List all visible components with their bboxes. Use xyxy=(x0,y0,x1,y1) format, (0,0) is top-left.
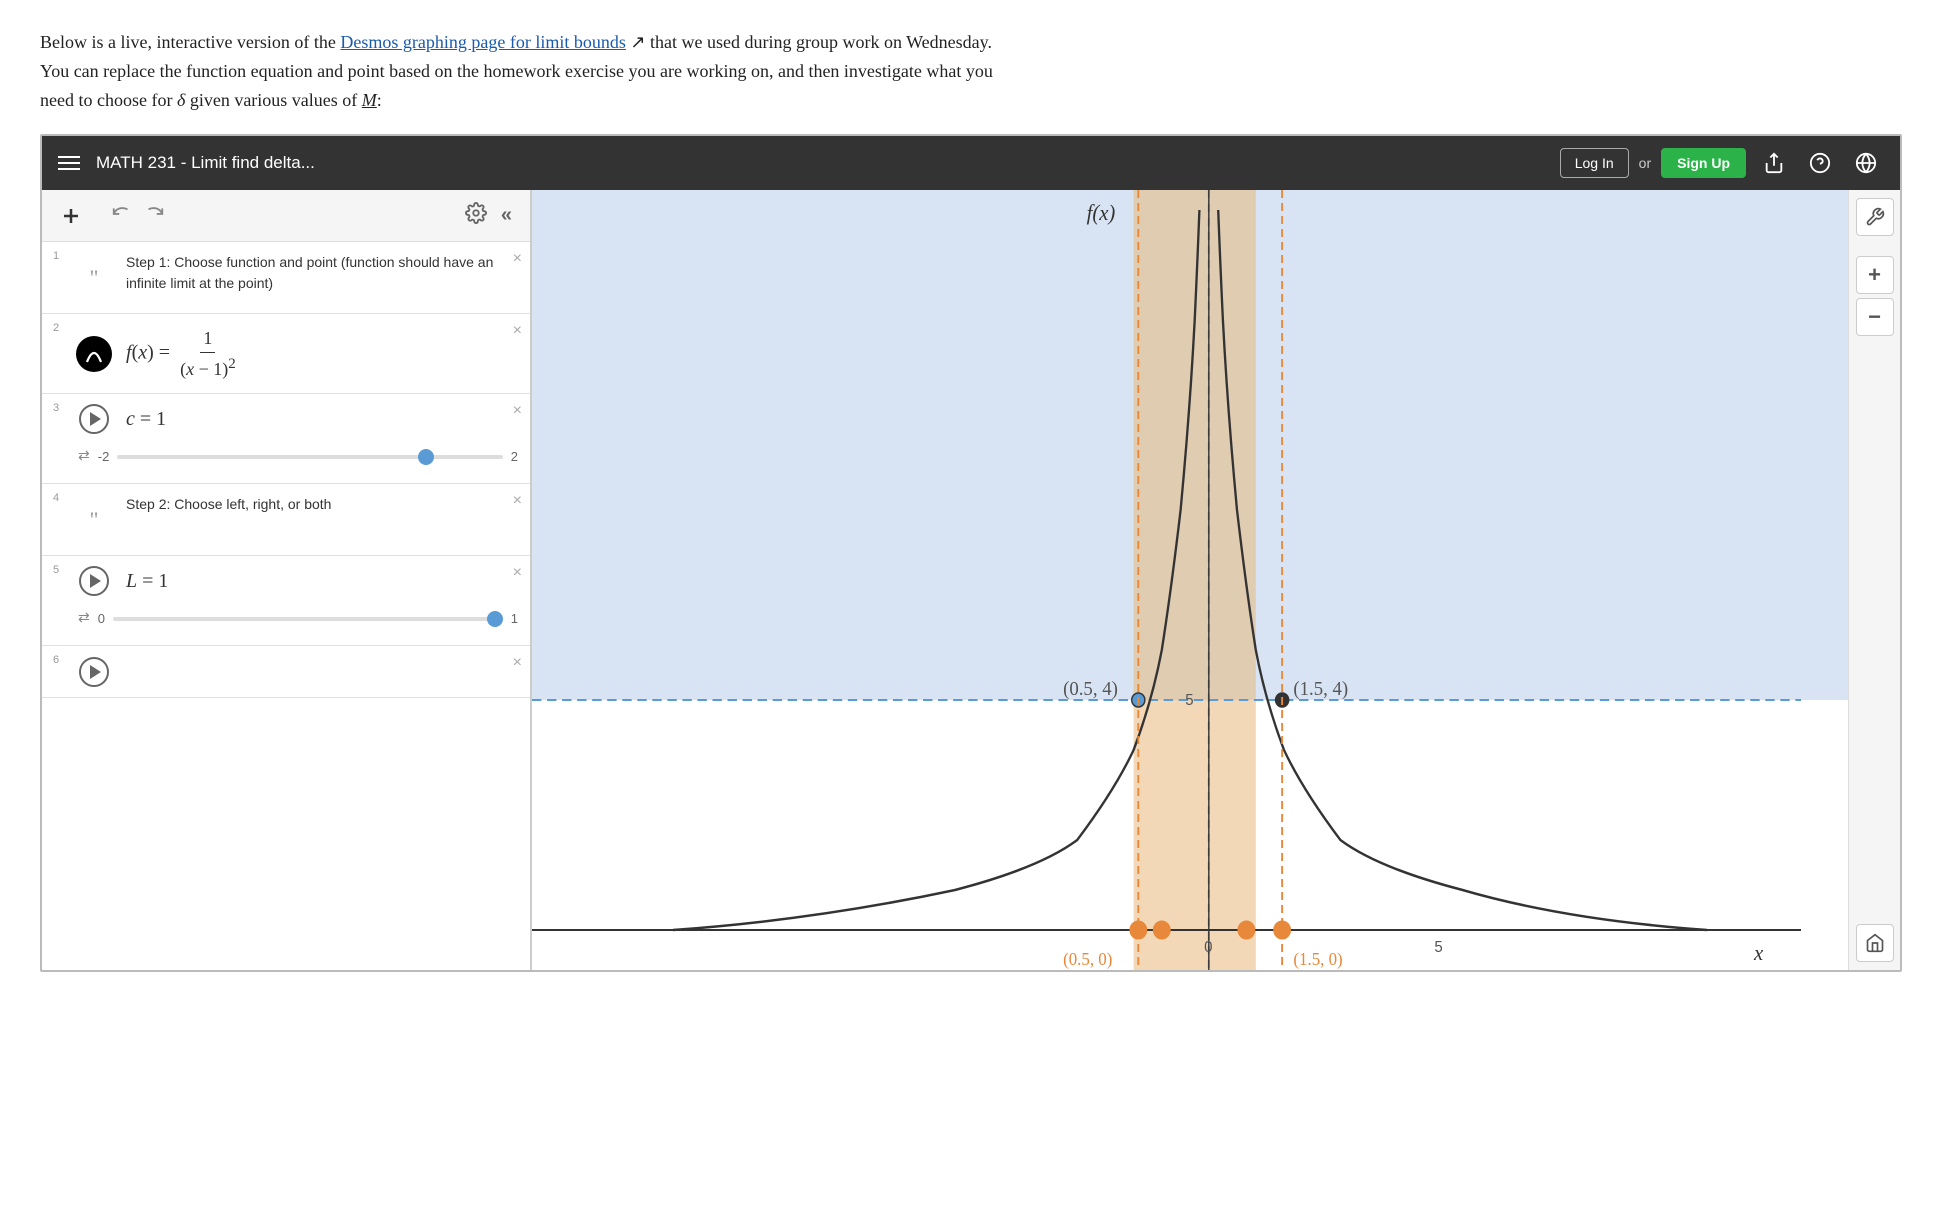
app-title: MATH 231 - Limit find delta... xyxy=(96,153,1560,173)
slider-thumb-5[interactable] xyxy=(487,611,503,627)
function-content-2[interactable]: f(x) = 1 (x − 1)2 xyxy=(118,314,530,393)
intro-line1b: that we used during group work on Wednes… xyxy=(645,32,991,52)
expression-row-6: 6 × xyxy=(42,646,530,698)
graph-svg: (0.5, 4) (1.5, 4) (0.5, 0) (1.5, 0) 5 0 xyxy=(532,190,1848,970)
close-row-2[interactable]: × xyxy=(513,322,522,340)
expression-row-2: 2 f(x) = 1 xyxy=(42,314,530,394)
collapse-panel-button[interactable]: « xyxy=(495,204,518,227)
intro-line3a: need to choose for xyxy=(40,90,177,110)
desmos-header: MATH 231 - Limit find delta... Log In or… xyxy=(42,136,1900,190)
x-axis-label: x xyxy=(1753,941,1764,966)
panel-toolbar: « xyxy=(42,190,530,242)
row-number-3: 3 xyxy=(42,394,70,420)
row-6-content[interactable] xyxy=(118,646,530,697)
expression-row-3: 3 c = 1 × ⇄ -2 xyxy=(42,394,530,484)
add-expression-button[interactable] xyxy=(54,199,88,233)
hamburger-menu[interactable] xyxy=(58,156,80,170)
settings-button[interactable] xyxy=(465,202,487,230)
fx-axis-label: f(x) xyxy=(1087,201,1116,226)
slider-max-5: 1 xyxy=(511,611,518,626)
row-number-6: 6 xyxy=(42,646,70,672)
slider-L-expr[interactable]: L = 1 xyxy=(118,556,530,606)
close-row-3[interactable]: × xyxy=(513,402,522,420)
play-icon-5[interactable] xyxy=(70,566,118,596)
header-actions: Log In or Sign Up xyxy=(1560,145,1884,181)
close-row-6[interactable]: × xyxy=(513,654,522,672)
svg-text:5: 5 xyxy=(1185,692,1193,710)
play-icon-6[interactable] xyxy=(70,646,118,697)
desmos-icon-2 xyxy=(70,314,118,393)
intro-line3b: given various values of xyxy=(185,90,361,110)
slider-track-3[interactable] xyxy=(117,455,502,459)
svg-text:(0.5, 4): (0.5, 4) xyxy=(1063,679,1118,701)
expression-row-5: 5 L = 1 × ⇄ 0 xyxy=(42,556,530,646)
repeat-icon-5[interactable]: ⇄ xyxy=(78,610,90,627)
intro-ext-icon: ↗ xyxy=(626,32,646,52)
undo-redo-group xyxy=(108,202,168,230)
graph-area[interactable]: (0.5, 4) (1.5, 4) (0.5, 0) (1.5, 0) 5 0 xyxy=(532,190,1900,970)
note-icon-1: " xyxy=(70,242,118,313)
note-icon-4: " xyxy=(70,484,118,555)
signup-button[interactable]: Sign Up xyxy=(1661,148,1746,178)
wrench-button[interactable] xyxy=(1856,198,1894,236)
svg-text:0: 0 xyxy=(1204,939,1213,957)
slider-max-3: 2 xyxy=(511,449,518,464)
expression-list: 1 " Step 1: Choose function and point (f… xyxy=(42,242,530,970)
svg-text:(0.5, 0): (0.5, 0) xyxy=(1063,949,1112,970)
desmos-body: « 1 " Step 1: Choose function and point … xyxy=(42,190,1900,970)
right-toolbar: + − xyxy=(1848,190,1900,970)
share-button[interactable] xyxy=(1756,145,1792,181)
row-number-2: 2 xyxy=(42,314,70,340)
intro-M: M xyxy=(362,90,377,110)
header-or: or xyxy=(1639,155,1651,171)
row-number-5: 5 xyxy=(42,556,70,582)
intro-line1: Below is a live, interactive version of … xyxy=(40,32,340,52)
zoom-out-button[interactable]: − xyxy=(1856,298,1894,336)
slider-min-5: 0 xyxy=(98,611,105,626)
undo-button[interactable] xyxy=(108,202,136,230)
slider-thumb-3[interactable] xyxy=(418,449,434,465)
close-row-5[interactable]: × xyxy=(513,564,522,582)
svg-text:(1.5, 4): (1.5, 4) xyxy=(1293,679,1348,701)
note-content-1[interactable]: Step 1: Choose function and point (funct… xyxy=(118,242,530,313)
language-button[interactable] xyxy=(1848,145,1884,181)
close-row-4[interactable]: × xyxy=(513,492,522,510)
expression-row-1: 1 " Step 1: Choose function and point (f… xyxy=(42,242,530,314)
svg-text:(1.5, 0): (1.5, 0) xyxy=(1293,949,1342,970)
note-content-4[interactable]: Step 2: Choose left, right, or both xyxy=(118,484,530,555)
home-button[interactable] xyxy=(1856,924,1894,962)
expression-row-4: 4 " Step 2: Choose left, right, or both … xyxy=(42,484,530,556)
help-button[interactable] xyxy=(1802,145,1838,181)
svg-text:5: 5 xyxy=(1434,939,1442,957)
slider-c-expr[interactable]: c = 1 xyxy=(118,394,530,444)
intro-line2: You can replace the function equation an… xyxy=(40,61,993,81)
slider-min-3: -2 xyxy=(98,449,110,464)
login-button[interactable]: Log In xyxy=(1560,148,1629,178)
repeat-icon-3[interactable]: ⇄ xyxy=(78,448,90,465)
desmos-link[interactable]: Desmos graphing page for limit bounds xyxy=(340,32,625,52)
expressions-panel: « 1 " Step 1: Choose function and point … xyxy=(42,190,532,970)
row-number-4: 4 xyxy=(42,484,70,510)
intro-text: Below is a live, interactive version of … xyxy=(0,0,1400,134)
zoom-in-button[interactable]: + xyxy=(1856,256,1894,294)
redo-button[interactable] xyxy=(140,202,168,230)
intro-line3c: : xyxy=(377,90,382,110)
play-icon-3[interactable] xyxy=(70,404,118,434)
close-row-1[interactable]: × xyxy=(513,250,522,268)
desmos-app: MATH 231 - Limit find delta... Log In or… xyxy=(40,134,1902,972)
slider-track-5[interactable] xyxy=(113,617,503,621)
row-number-1: 1 xyxy=(42,242,70,268)
